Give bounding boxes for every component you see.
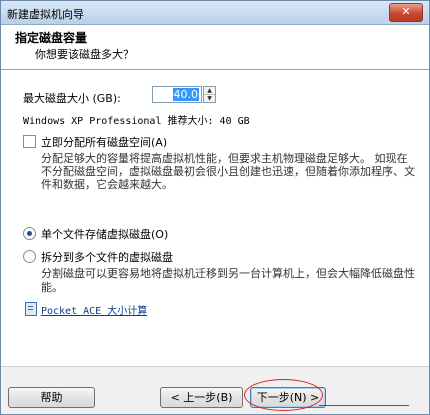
close-button[interactable]: ✕	[389, 3, 423, 22]
allocate-now-label[interactable]: 立即分配所有磁盘空间(A)	[41, 134, 167, 150]
split-files-radio[interactable]	[23, 250, 36, 263]
split-description: 分割磁盘可以更容易地将虚拟机迁移到另一台计算机上，但会大幅降低磁盘性能。	[41, 267, 415, 294]
recommended-size-text: Windows XP Professional 推荐大小: 40 GB	[23, 116, 250, 127]
allocate-now-checkbox[interactable]	[23, 135, 36, 148]
footer-divider	[1, 366, 429, 367]
disk-size-input[interactable]: 40.0	[152, 86, 202, 103]
single-file-radio[interactable]	[23, 227, 36, 240]
pocket-ace-link[interactable]: Pocket ACE 大小计算	[41, 302, 147, 317]
wizard-header: 指定磁盘容量 你想要该磁盘多大？	[1, 25, 429, 70]
page-title: 指定磁盘容量	[15, 31, 88, 45]
document-icon	[25, 302, 37, 316]
disk-size-label: 最大磁盘大小 (GB):	[23, 92, 121, 105]
disk-size-value: 40.0	[172, 88, 199, 101]
title-bar: 新建虚拟机向导 ✕	[1, 1, 429, 25]
page-subtitle: 你想要该磁盘多大？	[35, 48, 134, 61]
annotation-circle	[244, 379, 323, 411]
single-file-label[interactable]: 单个文件存储虚拟磁盘(O)	[41, 226, 168, 242]
annotation-underline	[319, 405, 409, 406]
back-button[interactable]: < 上一步(B)	[160, 387, 243, 408]
spin-down-icon[interactable]: ▼	[204, 95, 215, 102]
window-title: 新建虚拟机向导	[7, 8, 84, 21]
allocate-description: 分配足够大的容量将提高虚拟机性能，但要求主机物理磁盘足够大。 如现在不分配磁盘空…	[41, 152, 415, 191]
wizard-window: 新建虚拟机向导 ✕ 指定磁盘容量 你想要该磁盘多大？ 最大磁盘大小 (GB): …	[0, 0, 430, 415]
spin-up-icon[interactable]: ▲	[204, 87, 215, 95]
split-files-label[interactable]: 拆分到多个文件的虚拟磁盘	[41, 249, 173, 265]
help-button[interactable]: 帮助	[8, 387, 95, 408]
disk-size-spinner[interactable]: ▲ ▼	[203, 86, 216, 103]
